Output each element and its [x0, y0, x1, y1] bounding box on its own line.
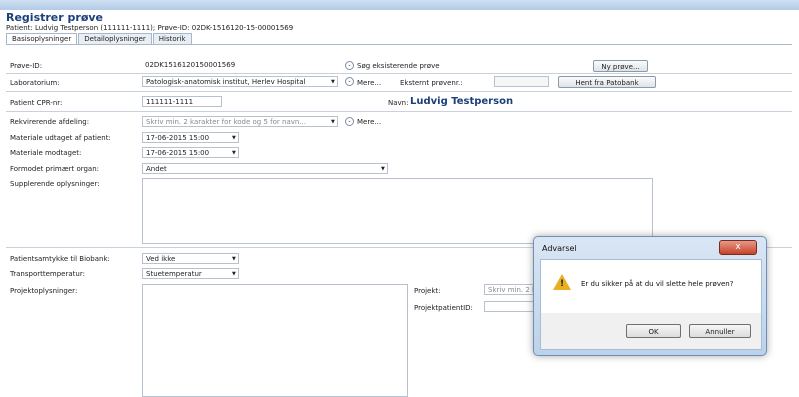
project-patient-id-label: ProjektpatientID: [414, 304, 473, 312]
laboratory-select[interactable]: Patologisk-anatomisk institut, Herlev Ho… [142, 76, 338, 87]
tab-bar: Basisoplysninger Detailoplysninger Histo… [6, 33, 193, 44]
external-number-label: Eksternt prøvenr.: [400, 79, 463, 87]
page-title: Registrer prøve [6, 11, 104, 24]
biobank-consent-select[interactable]: Ved ikke [142, 253, 239, 264]
cpr-input[interactable]: 111111-1111 [142, 96, 222, 107]
project-label: Projekt: [414, 287, 441, 295]
warning-dialog: Advarsel x ! Er du sikker på at du vil s… [533, 236, 767, 356]
tab-historik[interactable]: Historik [152, 33, 192, 44]
divider [6, 91, 792, 92]
requesting-department-input[interactable]: Skriv min. 2 karakter for kode og 5 for … [142, 116, 338, 127]
transport-temperature-label: Transporttemperatur: [10, 270, 85, 278]
department-more-icon[interactable]: ⌄ [345, 117, 354, 126]
material-taken-label: Materiale udtaget af patient: [10, 134, 111, 142]
patient-name: Ludvig Testperson [410, 96, 514, 107]
laboratory-label: Laboratorium: [10, 79, 60, 87]
warning-exclamation: ! [560, 279, 565, 289]
material-received-datetime[interactable]: 17-06-2015 15:00 [142, 147, 239, 158]
patient-summary: Patient: Ludvig Testperson (111111-1111)… [6, 24, 294, 32]
prove-id-value: 02DK1516120150001569 [145, 61, 236, 69]
divider [6, 73, 792, 74]
tab-detailoplysninger[interactable]: Detailoplysninger [78, 33, 152, 44]
fetch-patobank-button[interactable]: Hent fra Patobank [558, 76, 656, 88]
transport-dropdown-icon[interactable]: ▼ [232, 271, 236, 277]
laboratory-more-icon[interactable]: ⌄ [345, 77, 354, 86]
cancel-button[interactable]: Annuller [689, 324, 751, 338]
cpr-label: Patient CPR-nr: [10, 99, 63, 107]
dialog-title: Advarsel [542, 244, 577, 253]
biobank-dropdown-icon[interactable]: ▼ [232, 256, 236, 262]
search-existing-link[interactable]: Søg eksisterende prøve [357, 62, 440, 70]
dialog-message: Er du sikker på at du vil slette hele pr… [581, 280, 734, 288]
close-icon[interactable]: x [719, 240, 757, 255]
biobank-consent-label: Patientsamtykke til Biobank: [10, 255, 110, 263]
material-received-dropdown-icon[interactable]: ▼ [232, 150, 236, 156]
name-label: Navn: [388, 99, 409, 107]
laboratory-more-link[interactable]: Mere... [357, 79, 381, 87]
transport-temperature-select[interactable]: Stuetemperatur [142, 268, 239, 279]
tab-basisoplysninger[interactable]: Basisoplysninger [6, 33, 78, 44]
dialog-footer: OK Annuller [540, 313, 762, 350]
window-top-bar [0, 0, 799, 10]
organ-label: Formodet primært organ: [10, 165, 100, 173]
requesting-department-label: Rekvirerende afdeling: [10, 118, 90, 126]
project-info-label: Projektoplysninger: [10, 287, 78, 295]
material-taken-dropdown-icon[interactable]: ▼ [232, 135, 236, 141]
laboratory-dropdown-arrow-icon[interactable]: ▼ [331, 79, 335, 85]
organ-dropdown-icon[interactable]: ▼ [381, 166, 385, 172]
project-info-textarea[interactable] [142, 284, 408, 397]
divider [6, 111, 792, 112]
organ-select[interactable]: Andet [142, 163, 388, 174]
ok-button[interactable]: OK [626, 324, 681, 338]
dialog-body: ! Er du sikker på at du vil slette hele … [540, 259, 762, 315]
search-expand-icon[interactable]: ⌄ [345, 61, 354, 70]
external-number-input[interactable] [494, 76, 549, 87]
department-dropdown-arrow-icon[interactable]: ▼ [331, 119, 335, 125]
material-received-label: Materiale modtaget: [10, 149, 82, 157]
new-sample-button[interactable]: Ny prøve... [593, 60, 648, 72]
department-more-link[interactable]: Mere... [357, 118, 381, 126]
prove-id-label: Prøve-ID: [10, 62, 43, 70]
supplementary-textarea[interactable] [142, 178, 653, 244]
material-taken-datetime[interactable]: 17-06-2015 15:00 [142, 132, 239, 143]
supplementary-label: Supplerende oplysninger: [10, 180, 100, 188]
